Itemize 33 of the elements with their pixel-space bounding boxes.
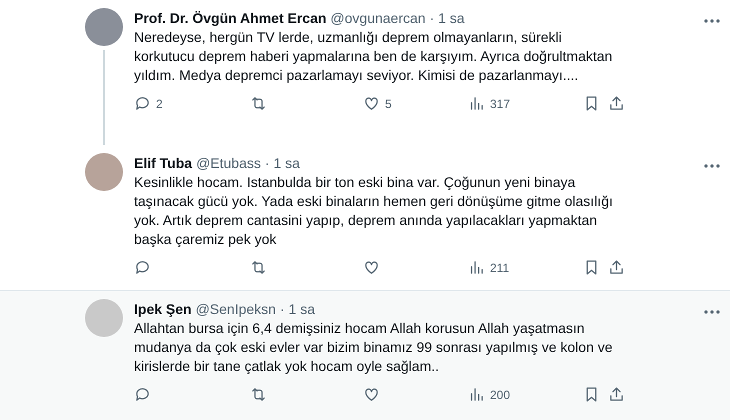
author-name[interactable]: Prof. Dr. Övgün Ahmet Ercan (134, 10, 326, 26)
reply-icon[interactable] (134, 259, 151, 276)
author-handle[interactable]: @ovgunaercan (330, 10, 426, 26)
view-count: 200 (490, 388, 510, 402)
views-icon[interactable] (468, 95, 485, 112)
retweet-icon[interactable] (250, 386, 267, 403)
author-name[interactable]: Elif Tuba (134, 155, 192, 171)
reply-icon[interactable] (134, 386, 151, 403)
share-icon[interactable] (608, 95, 625, 112)
tweet-text: Allahtan bursa için 6,4 demişsiniz hocam Allah korusun Allah yaşatmasın mudanya da çok eski evler var bizim binamız 99 sonrası yapılmış ve kolon ve kirislerde bir tane çatlak yok hocam oyle sağlam.. (134, 319, 614, 376)
views-icon[interactable] (468, 259, 485, 276)
author-handle[interactable]: @SenIpeksn (196, 301, 276, 317)
share-icon[interactable] (608, 386, 625, 403)
heart-icon[interactable] (363, 259, 380, 276)
reply-icon[interactable] (134, 95, 151, 112)
timestamp[interactable]: · 1 sa (264, 155, 300, 171)
author-handle[interactable]: @Etubass (196, 155, 261, 171)
author-name[interactable]: Ipek Şen (134, 301, 192, 317)
views-icon[interactable] (468, 386, 485, 403)
like-count: 5 (385, 96, 392, 110)
timestamp[interactable]: · 1 sa (280, 301, 315, 317)
view-count: 317 (490, 96, 510, 110)
tweet-text: Neredeyse, hergün TV lerde, uzmanlığı deprem olmayanların, sürekli korkutucu deprem haberi yapmalarına ben de karşıyım. Ayrıca doğrultmaktan yıldım. Medya depremci pazarlamayı seviyor. Kimisi de pazarlanmayı.... (134, 28, 614, 85)
retweet-icon[interactable] (250, 95, 267, 112)
heart-icon[interactable] (363, 95, 380, 112)
timestamp[interactable]: · 1 sa (430, 10, 465, 26)
avatar[interactable] (85, 8, 123, 46)
heart-icon[interactable] (363, 386, 380, 403)
view-count: 211 (490, 260, 510, 274)
reply-count: 2 (156, 96, 163, 110)
share-icon[interactable] (608, 259, 625, 276)
retweet-icon[interactable] (250, 259, 267, 276)
tweet-text: Kesinlikle hocam. Istanbulda bir ton eski bina var. Çoğunun yeni binaya taşınacak gücü yok. Yada eski binaların hemen geri dönüşüme gitme olasılığı yok. Artık deprem cantasini yapıp, deprem anında yapılacakları yapmaktan başka çaremiz pek yok (134, 173, 614, 249)
